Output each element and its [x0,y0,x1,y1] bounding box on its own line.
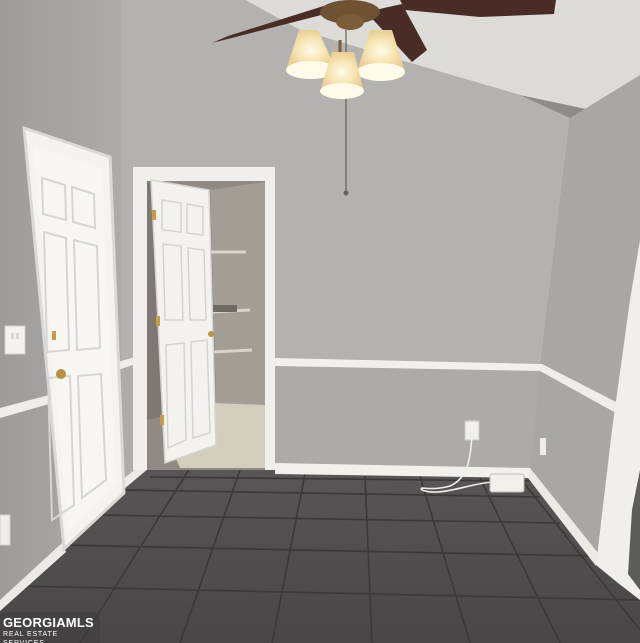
light-switch-plate[interactable] [4,325,26,355]
room-illustration [0,0,640,643]
watermark-tagline: REAL ESTATE SERVICES [3,631,58,643]
watermark-brand: GEORGIAMLS [3,615,94,630]
floor-device [489,473,525,493]
empty-room-photo: GEORGIAMLS REAL ESTATE SERVICES [0,0,640,643]
wall-outlet-left [0,514,11,546]
mls-watermark-logo: GEORGIAMLS REAL ESTATE SERVICES [0,612,100,643]
back-wall-lower [275,365,540,472]
closet-door-open[interactable] [150,179,217,465]
door-knob[interactable] [56,369,66,379]
wall-outlet-right [540,438,546,455]
